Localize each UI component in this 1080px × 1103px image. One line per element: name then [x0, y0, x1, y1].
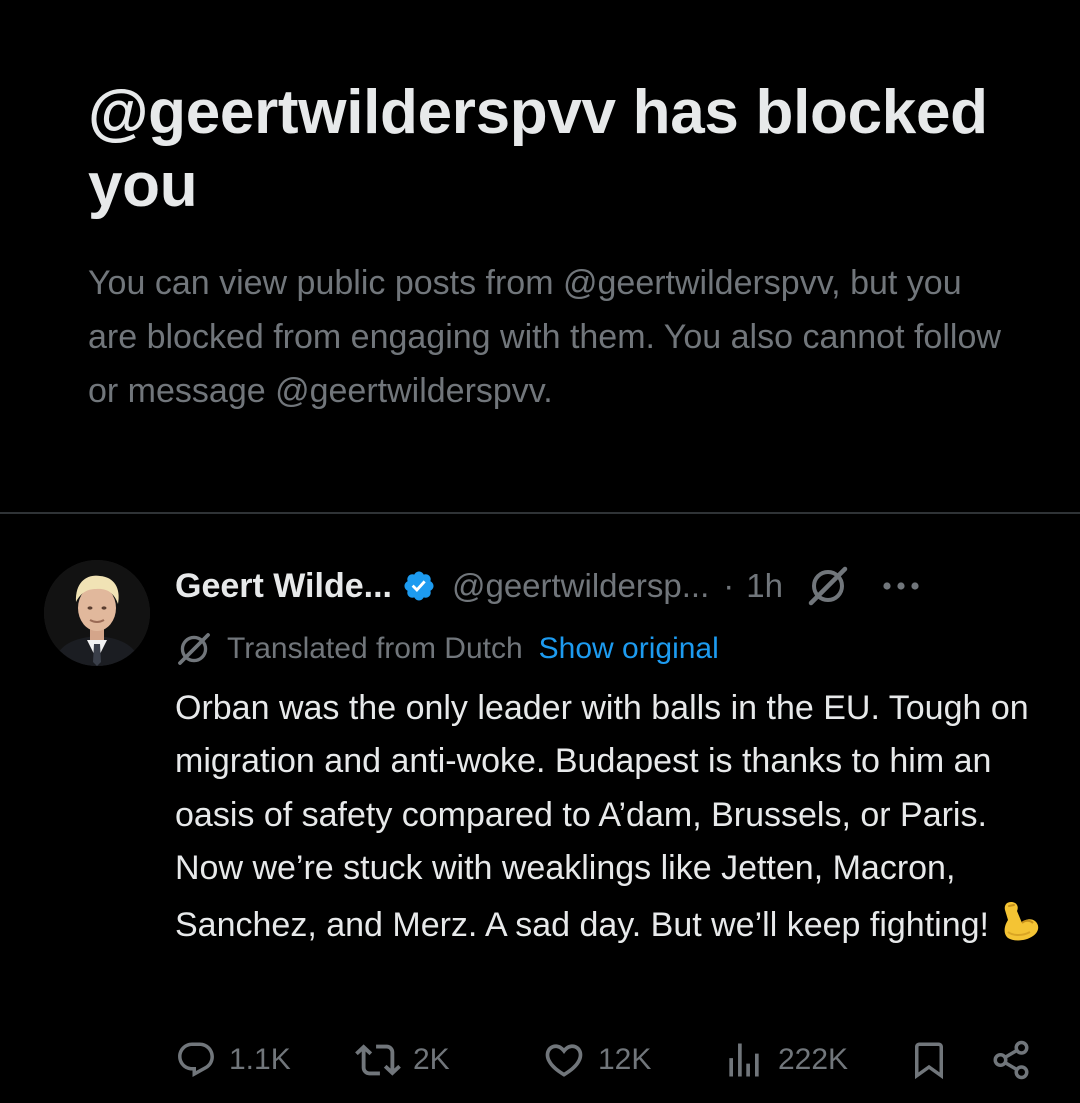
views-count: 222K — [778, 1043, 849, 1076]
verified-badge-icon[interactable] — [402, 569, 436, 603]
avatar-image — [44, 560, 150, 666]
flexed-biceps-icon — [995, 896, 1043, 960]
translate-icon — [175, 630, 213, 668]
reply-icon — [175, 1039, 217, 1081]
views-icon — [722, 1038, 766, 1082]
divider — [0, 512, 1080, 514]
post-header: Geert Wilde... @geertwildersp... · 1h — [175, 558, 1045, 614]
avatar[interactable] — [44, 560, 150, 666]
show-original-link[interactable]: Show original — [539, 632, 719, 666]
repost-count: 2K — [413, 1043, 450, 1076]
separator: · — [723, 567, 735, 604]
repost-icon — [355, 1037, 401, 1083]
post-time[interactable]: 1h — [746, 567, 783, 605]
reply-count: 1.1K — [229, 1043, 291, 1076]
post-text-body: Orban was the only leader with balls in … — [175, 689, 1029, 944]
post-text: Orban was the only leader with balls in … — [175, 682, 1055, 960]
blocked-description: You can view public posts from @geertwil… — [88, 264, 1001, 410]
author-name[interactable]: Geert Wilde... — [175, 567, 392, 606]
action-bar: 1.1K 2K 12K 222K — [0, 1030, 1080, 1090]
bookmark-button[interactable] — [908, 1030, 962, 1090]
share-icon — [990, 1039, 1032, 1081]
translation-label: Translated from Dutch — [227, 632, 523, 665]
reply-button[interactable]: 1.1K — [175, 1030, 291, 1090]
grok-icon[interactable] — [805, 563, 851, 609]
views-button[interactable]: 222K — [722, 1030, 848, 1090]
like-button[interactable]: 12K — [542, 1030, 651, 1090]
like-icon — [542, 1038, 586, 1082]
repost-button[interactable]: 2K — [355, 1030, 450, 1090]
translation-row: Translated from Dutch Show original — [175, 626, 719, 672]
like-count: 12K — [598, 1043, 652, 1076]
bookmark-icon — [908, 1039, 950, 1081]
author-handle[interactable]: @geertwildersp... — [452, 567, 709, 605]
blocked-title: @geertwilderspvv has blocked you — [88, 78, 988, 220]
more-icon[interactable] — [881, 580, 921, 592]
share-button[interactable] — [990, 1030, 1044, 1090]
